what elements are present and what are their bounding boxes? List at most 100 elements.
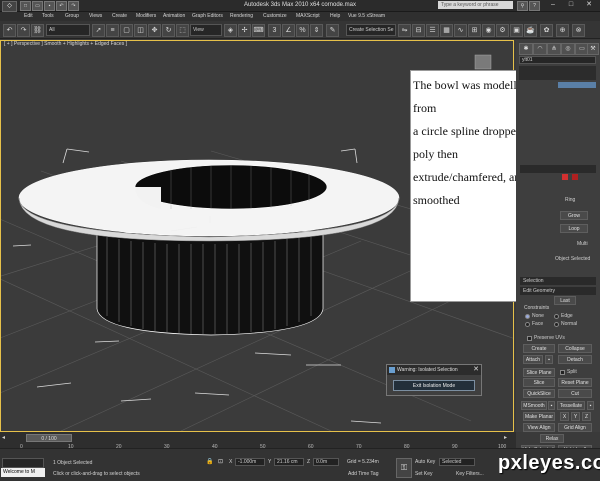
edit-named-selection-icon[interactable]: ✎ bbox=[326, 24, 339, 37]
keyboard-shortcut-icon[interactable]: ⌨ bbox=[252, 24, 265, 37]
link-icon[interactable]: ⛓ bbox=[31, 24, 44, 37]
menu-animation[interactable]: Animation bbox=[163, 12, 185, 21]
time-slider[interactable]: 0 / 100 bbox=[26, 434, 72, 442]
menu-customize[interactable]: Customize bbox=[263, 12, 287, 21]
snap-toggle-icon[interactable]: 3 bbox=[268, 24, 281, 37]
search-icon[interactable]: ⚲ bbox=[517, 1, 528, 11]
constraint-edge-radio[interactable] bbox=[554, 314, 559, 319]
menu-graph-editors[interactable]: Graph Editors bbox=[192, 12, 223, 21]
close-button[interactable]: ✕ bbox=[580, 0, 598, 10]
absolute-mode-icon[interactable]: ⊡ bbox=[218, 458, 226, 466]
extra-tool-icon[interactable]: ⊗ bbox=[572, 24, 585, 37]
grid-align-button[interactable]: Grid Align bbox=[558, 423, 592, 432]
mirror-icon[interactable]: ⇋ bbox=[398, 24, 411, 37]
polygon-mode-icon[interactable] bbox=[562, 174, 568, 180]
named-selection-dropdown[interactable]: Create Selection Se bbox=[346, 24, 396, 36]
reference-coordinate-dropdown[interactable]: View bbox=[190, 24, 222, 36]
utilities-tab-icon[interactable]: ⚒ bbox=[587, 43, 599, 55]
select-object-icon[interactable]: ➚ bbox=[92, 24, 105, 37]
set-key-button[interactable]: Set Key bbox=[415, 471, 433, 477]
curve-editor-icon[interactable]: ∿ bbox=[454, 24, 467, 37]
collapse-button[interactable]: Collapse bbox=[558, 344, 592, 353]
redo-icon[interactable]: ↷ bbox=[68, 1, 79, 11]
minimize-button[interactable]: – bbox=[544, 0, 562, 10]
detach-button[interactable]: Detach bbox=[558, 355, 592, 364]
preserve-uvs-checkbox[interactable] bbox=[527, 336, 532, 341]
window-crossing-icon[interactable]: ◫ bbox=[134, 24, 147, 37]
new-icon[interactable]: □ bbox=[20, 1, 31, 11]
modifier-list[interactable] bbox=[519, 66, 596, 80]
rotate-icon[interactable]: ↻ bbox=[162, 24, 175, 37]
constraint-none-radio[interactable] bbox=[525, 314, 530, 319]
make-planar-button[interactable]: Make Planar bbox=[523, 412, 555, 421]
material-editor-icon[interactable]: ◉ bbox=[482, 24, 495, 37]
reset-plane-button[interactable]: Reset Plane bbox=[558, 378, 592, 387]
attach-settings-button[interactable]: ▪ bbox=[545, 355, 553, 364]
z-coordinate-field[interactable]: 0.0m bbox=[313, 458, 339, 466]
scale-icon[interactable]: ⬚ bbox=[176, 24, 189, 37]
rollout-header[interactable] bbox=[520, 165, 596, 173]
undo-icon[interactable]: ↶ bbox=[3, 24, 16, 37]
modify-tab-icon[interactable]: ◠ bbox=[533, 43, 547, 55]
exit-isolation-mode-button[interactable]: Exit Isolation Mode bbox=[393, 380, 475, 391]
menu-maxscript[interactable]: MAXScript bbox=[296, 12, 320, 21]
extra-tool-icon[interactable]: ⊕ bbox=[556, 24, 569, 37]
help-icon[interactable]: ? bbox=[529, 1, 540, 11]
menu-modifiers[interactable]: Modifiers bbox=[136, 12, 156, 21]
region-select-icon[interactable]: ▢ bbox=[120, 24, 133, 37]
redo-icon[interactable]: ↷ bbox=[17, 24, 30, 37]
tessellate-settings-button[interactable]: ▪ bbox=[587, 401, 594, 410]
constraint-face-radio[interactable] bbox=[525, 322, 530, 327]
menu-tools[interactable]: Tools bbox=[42, 12, 54, 21]
hierarchy-tab-icon[interactable]: ⋔ bbox=[547, 43, 561, 55]
move-icon[interactable]: ✥ bbox=[148, 24, 161, 37]
attach-button[interactable]: Attach bbox=[523, 355, 543, 364]
prev-frame-icon[interactable]: ◂ bbox=[2, 434, 12, 442]
menu-rendering[interactable]: Rendering bbox=[230, 12, 253, 21]
object-name-field[interactable]: ylt01 bbox=[519, 56, 596, 64]
align-icon[interactable]: ⊟ bbox=[412, 24, 425, 37]
menu-create[interactable]: Create bbox=[112, 12, 127, 21]
percent-snap-icon[interactable]: % bbox=[296, 24, 309, 37]
menu-edit[interactable]: Edit bbox=[24, 12, 33, 21]
slice-plane-button[interactable]: Slice Plane bbox=[523, 368, 555, 377]
schematic-view-icon[interactable]: ⊞ bbox=[468, 24, 481, 37]
pivot-center-icon[interactable]: ◈ bbox=[224, 24, 237, 37]
select-manipulate-icon[interactable]: ✢ bbox=[238, 24, 251, 37]
key-selection-dropdown[interactable]: Selected bbox=[439, 458, 475, 466]
slice-button[interactable]: Slice bbox=[523, 378, 555, 387]
key-filters-button[interactable]: Key Filters... bbox=[456, 471, 484, 477]
next-frame-icon[interactable]: ▸ bbox=[504, 434, 514, 442]
planar-z-button[interactable]: Z bbox=[582, 412, 591, 421]
relax-button[interactable]: Relax bbox=[540, 434, 564, 443]
planar-y-button[interactable]: Y bbox=[571, 412, 580, 421]
motion-tab-icon[interactable]: ◎ bbox=[561, 43, 575, 55]
select-by-name-icon[interactable]: ≡ bbox=[106, 24, 119, 37]
render-production-icon[interactable]: ☕ bbox=[524, 24, 537, 37]
save-icon[interactable]: ▪ bbox=[44, 1, 55, 11]
x-coordinate-field[interactable]: -1.000m bbox=[235, 458, 265, 466]
menu-group[interactable]: Group bbox=[65, 12, 79, 21]
tessellate-button[interactable]: Tessellate bbox=[557, 401, 585, 410]
cut-button[interactable]: Cut bbox=[558, 389, 592, 398]
loop-button[interactable]: Loop bbox=[560, 224, 588, 233]
y-coordinate-field[interactable]: 21.16 cm bbox=[274, 458, 304, 466]
menu-views[interactable]: Views bbox=[89, 12, 102, 21]
last-button[interactable]: Last bbox=[554, 296, 576, 305]
maximize-button[interactable]: □ bbox=[562, 0, 580, 10]
maxscript-mini-listener[interactable]: Welcome to M bbox=[1, 468, 45, 477]
constraint-normal-radio[interactable] bbox=[554, 322, 559, 327]
rendered-frame-icon[interactable]: ▣ bbox=[510, 24, 523, 37]
close-icon[interactable]: ✕ bbox=[473, 365, 479, 375]
modifier-stack-item[interactable] bbox=[558, 82, 596, 88]
render-setup-icon[interactable]: ⚙ bbox=[496, 24, 509, 37]
create-button[interactable]: Create bbox=[523, 344, 555, 353]
auto-key-button[interactable]: Auto Key bbox=[415, 459, 435, 465]
create-tab-icon[interactable]: ✱ bbox=[519, 43, 533, 55]
search-input[interactable]: Type a keyword or phrase bbox=[438, 1, 513, 9]
menu-vue-xstream[interactable]: Vue 9.5 xStream bbox=[348, 12, 385, 21]
undo-icon[interactable]: ↶ bbox=[56, 1, 67, 11]
layer-manager-icon[interactable]: ☰ bbox=[426, 24, 439, 37]
selection-filter-dropdown[interactable]: All bbox=[46, 24, 90, 36]
view-align-button[interactable]: View Align bbox=[523, 423, 555, 432]
